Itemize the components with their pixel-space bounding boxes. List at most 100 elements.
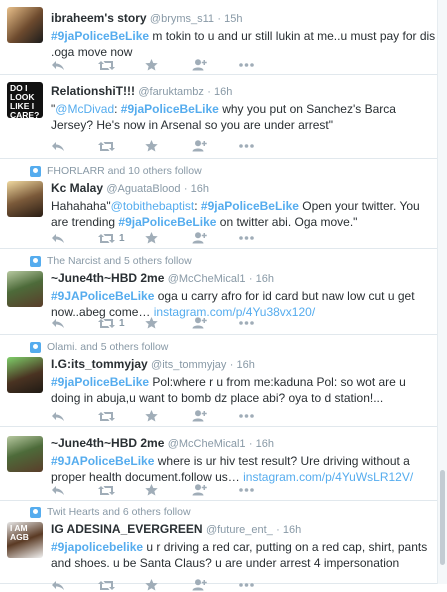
hashtag-link[interactable]: #9JAPoliceBeLike — [51, 454, 154, 468]
tweet-text: #9jaPoliceBeLike Pol:where r u from me:k… — [51, 374, 437, 406]
favorite-button[interactable] — [145, 139, 192, 153]
hashtag-link[interactable]: #9JAPoliceBeLike — [51, 289, 154, 303]
user-name[interactable]: I.G:its_tommyjay — [51, 357, 148, 371]
tweet[interactable]: Olami. and 5 others follow I.G:its_tommyj… — [0, 335, 447, 427]
timestamp[interactable]: · 15h — [217, 13, 242, 25]
avatar[interactable] — [7, 357, 43, 393]
reply-button[interactable] — [51, 58, 98, 72]
tweet-text-segment: : — [114, 102, 121, 116]
retweet-button[interactable] — [98, 483, 145, 497]
user-handle[interactable]: @faruktambz — [138, 86, 204, 98]
avatar[interactable] — [7, 436, 43, 472]
favorite-button[interactable] — [145, 58, 192, 72]
retweet-button[interactable]: 1 — [98, 231, 145, 245]
tweet-text-segment: : — [194, 199, 201, 213]
avatar[interactable] — [7, 7, 43, 43]
hashtag-link[interactable]: #9jaPoliceBeLike — [118, 215, 216, 229]
follow-icon — [192, 59, 207, 71]
follow-button[interactable] — [192, 139, 239, 153]
follow-button[interactable] — [192, 578, 239, 592]
user-name[interactable]: ~June4th~HBD 2me — [51, 271, 164, 285]
mention-link[interactable]: instagram.com/p/4YuWsLR12V/ — [243, 470, 413, 484]
more-button[interactable] — [239, 231, 286, 245]
follow-icon — [192, 232, 207, 244]
tweet[interactable]: ibraheem's story @bryms_s11 · 15h #9jaPol… — [0, 0, 447, 75]
favorite-button[interactable] — [145, 578, 192, 592]
tweet-text-segment: Hahahaha" — [51, 199, 111, 213]
user-handle[interactable]: @McCheMical1 — [168, 438, 246, 450]
favorite-button[interactable] — [145, 231, 192, 245]
timestamp[interactable]: · 16h — [230, 359, 255, 371]
retweet-button[interactable] — [98, 139, 145, 153]
retweet-button[interactable] — [98, 578, 145, 592]
tweet[interactable]: ~June4th~HBD 2me @McCheMical1 · 16h #9JAP… — [0, 427, 447, 501]
more-icon — [239, 414, 254, 418]
reply-button[interactable] — [51, 578, 98, 592]
avatar[interactable]: DO I LOOK LIKE I CARE? — [7, 82, 43, 118]
follow-button[interactable] — [192, 409, 239, 423]
hashtag-link[interactable]: #9jaPoliceBeLike — [121, 102, 219, 116]
more-button[interactable] — [239, 316, 286, 330]
scrollbar[interactable] — [437, 0, 447, 584]
user-handle[interactable]: @McCheMical1 — [168, 273, 246, 285]
tweet[interactable]: FHORLARR and 10 others follow Kc Malay @A… — [0, 159, 447, 249]
favorite-button[interactable] — [145, 483, 192, 497]
more-button[interactable] — [239, 578, 286, 592]
scrollbar-thumb[interactable] — [440, 470, 445, 565]
follow-button[interactable] — [192, 58, 239, 72]
reply-icon — [51, 318, 65, 329]
follow-icon — [192, 579, 207, 591]
timestamp[interactable]: · 16h — [249, 273, 274, 285]
follow-icon — [192, 484, 207, 496]
hashtag-link[interactable]: #9jaPoliceBeLike — [51, 375, 149, 389]
more-button[interactable] — [239, 58, 286, 72]
retweet-icon — [98, 411, 115, 422]
more-button[interactable] — [239, 483, 286, 497]
mention-link[interactable]: @tobithebaptist — [111, 199, 195, 213]
timestamp[interactable]: · 16h — [207, 86, 232, 98]
user-handle[interactable]: @AguataBlood — [106, 183, 180, 195]
user-name[interactable]: Kc Malay — [51, 181, 103, 195]
more-button[interactable] — [239, 139, 286, 153]
avatar[interactable]: I AM AGB — [7, 522, 43, 558]
follow-context-text: FHORLARR and 10 others follow — [47, 165, 202, 177]
tweet-header: ~June4th~HBD 2me @McCheMical1 · 16h — [51, 436, 437, 452]
favorite-button[interactable] — [145, 316, 192, 330]
hashtag-link[interactable]: #9jaPoliceBeLike — [51, 29, 149, 43]
user-name[interactable]: ~June4th~HBD 2me — [51, 436, 164, 450]
timestamp[interactable]: · 16h — [276, 524, 301, 536]
follow-button[interactable] — [192, 483, 239, 497]
follow-context: FHORLARR and 10 others follow — [30, 165, 202, 177]
avatar[interactable] — [7, 181, 43, 217]
retweet-button[interactable] — [98, 58, 145, 72]
favorite-button[interactable] — [145, 409, 192, 423]
favorite-icon — [145, 410, 158, 422]
user-handle[interactable]: @bryms_s11 — [150, 13, 214, 25]
more-button[interactable] — [239, 409, 286, 423]
reply-button[interactable] — [51, 139, 98, 153]
timestamp[interactable]: · 16h — [184, 183, 209, 195]
user-name[interactable]: RelationshiT!!! — [51, 84, 135, 98]
reply-button[interactable] — [51, 231, 98, 245]
follow-button[interactable] — [192, 231, 239, 245]
timestamp[interactable]: · 16h — [249, 438, 274, 450]
hashtag-link[interactable]: #9jaPoliceBeLike — [201, 199, 299, 213]
reply-button[interactable] — [51, 316, 98, 330]
user-handle[interactable]: @future_ent_ — [206, 524, 273, 536]
avatar-text: DO I LOOK LIKE I CARE? — [10, 83, 40, 119]
tweet-text: #9JAPoliceBeLike where is ur hiv test re… — [51, 453, 437, 485]
tweet[interactable]: DO I LOOK LIKE I CARE? RelationshiT!!! @f… — [0, 75, 447, 159]
retweet-button[interactable] — [98, 409, 145, 423]
retweet-button[interactable]: 1 — [98, 316, 145, 330]
user-handle[interactable]: @its_tommyjay — [151, 359, 226, 371]
reply-button[interactable] — [51, 409, 98, 423]
user-name[interactable]: IG ADESINA_EVERGREEN — [51, 522, 203, 536]
tweet[interactable]: The Narcist and 5 others follow ~June4th~… — [0, 249, 447, 335]
tweet[interactable]: Twit Hearts and 6 others follow I AM AGB I… — [0, 501, 447, 591]
follow-button[interactable] — [192, 316, 239, 330]
mention-link[interactable]: @McDivad — [55, 102, 114, 116]
hashtag-link[interactable]: #9japolicebelike — [51, 540, 143, 554]
user-name[interactable]: ibraheem's story — [51, 11, 147, 25]
reply-button[interactable] — [51, 483, 98, 497]
avatar[interactable] — [7, 271, 43, 307]
